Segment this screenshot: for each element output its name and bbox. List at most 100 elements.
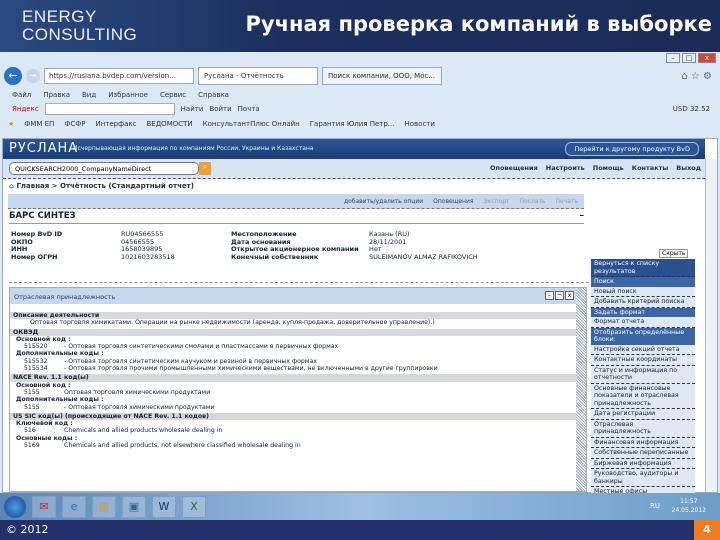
section-header: ОКВЭД: [10, 328, 576, 336]
code-description: Chemicals and allied products, not elsew…: [64, 442, 301, 450]
contacts-link[interactable]: Контакты: [632, 164, 668, 172]
sidebar-item[interactable]: Отраслевая принадлежность: [591, 420, 695, 438]
menu-bar: Файл Правка Вид Избранное Сервис Справка: [0, 88, 720, 101]
image-viewer-icon[interactable]: ▣: [122, 495, 146, 518]
logout-link[interactable]: Выход: [676, 164, 701, 172]
help-link[interactable]: Помощь: [593, 164, 624, 172]
word-icon[interactable]: W: [152, 495, 176, 518]
back-button[interactable]: ←: [4, 67, 22, 85]
favorite-link[interactable]: КонсультантПлюс Онлайн: [203, 120, 300, 128]
settings-link[interactable]: Настроить: [546, 164, 585, 172]
sidebar-item[interactable]: Контактные координаты: [591, 355, 695, 366]
favorite-link[interactable]: Новости: [404, 120, 434, 128]
slide-footer: © 2012 4: [0, 520, 720, 540]
sidebar-item[interactable]: Финансовая информация: [591, 438, 695, 448]
panel-close-button[interactable]: x: [565, 291, 574, 300]
code-row: 5155 - Оптовая торговля химическими проду…: [10, 404, 576, 411]
alerts-link[interactable]: Оповещения: [490, 164, 538, 172]
print-button[interactable]: Печать: [556, 198, 578, 205]
hide-sidebar-button[interactable]: Скрыть: [659, 249, 689, 258]
app-logo[interactable]: РУСЛАНА: [9, 141, 78, 156]
menu-tools[interactable]: Сервис: [160, 91, 186, 99]
page-scrollbar[interactable]: [705, 159, 717, 492]
sidebar-item[interactable]: Основные финансовые показатели и отрасле…: [591, 384, 695, 409]
sidebar-item[interactable]: Добавить критерий поиска: [591, 297, 695, 308]
excel-icon[interactable]: X: [182, 495, 206, 518]
code-description: - Оптовая торговля прочими промышленными…: [64, 365, 438, 373]
sidebar-item[interactable]: Руководство, аудиторы и банкиры: [591, 469, 695, 487]
yandex-login[interactable]: Войти: [209, 105, 231, 113]
collapse-button[interactable]: –: [580, 211, 585, 221]
sidebar-item[interactable]: Дата регистрации: [591, 409, 695, 420]
code-row: 516 Chemicals and allied products wholesa…: [10, 427, 576, 434]
yandex-label[interactable]: Яндекс: [12, 105, 39, 113]
usd-rate[interactable]: USD 32.52: [673, 105, 710, 113]
yandex-find-button[interactable]: Найти: [181, 105, 204, 113]
favorites-star-icon[interactable]: ★: [8, 120, 14, 128]
code-number: 5169: [24, 442, 40, 450]
section-header: NACE Rev. 1.1 код(ы): [10, 374, 576, 382]
yandex-search-input[interactable]: [44, 103, 175, 115]
code-row: 5169 Chemicals and allied products, not e…: [10, 442, 576, 449]
folder-icon[interactable]: ▤: [92, 495, 116, 518]
panel-minimize-button[interactable]: –: [545, 291, 554, 300]
favorite-link[interactable]: Интерфакс: [95, 120, 136, 128]
clock[interactable]: 11:57 24.05.2012: [672, 497, 706, 515]
start-button[interactable]: [4, 495, 26, 518]
group-label: Ключевой код :: [16, 420, 73, 428]
sidebar-item[interactable]: Настройка секций отчета: [591, 345, 695, 355]
maximize-button[interactable]: □: [682, 53, 696, 63]
export-button[interactable]: Экспорт: [483, 198, 509, 205]
address-bar[interactable]: https://ruslana.bvdep.com/version...: [44, 68, 194, 84]
menu-file[interactable]: Файл: [12, 91, 31, 99]
yandex-toolbar: Яндекс Найти Войти Почта USD 32.52: [0, 101, 720, 117]
favorites-bar: ★ ФММ ЕП ФСФР Интерфакс ВЕДОМОСТИ Консул…: [0, 117, 720, 131]
tab-search[interactable]: Поиск компании, ООО, Мос...: [322, 67, 442, 85]
breadcrumb[interactable]: ⌂ Главная > Отчётность (Стандартный отче…: [9, 182, 194, 190]
sidebar-item[interactable]: Формат отчета: [591, 317, 695, 328]
favorite-link[interactable]: ВЕДОМОСТИ: [146, 120, 192, 128]
add-remove-options-button[interactable]: добавить/удалить опции: [344, 198, 423, 205]
home-star-gear-icons[interactable]: ⌂ ☆ ⚙: [681, 71, 712, 82]
industry-panel: Отраслевая принадлежность – ¬ x Описание д…: [9, 287, 587, 492]
alerts-button[interactable]: Оповещения: [433, 198, 473, 205]
favorite-link[interactable]: Гарантия Юлия Петр...: [310, 120, 395, 128]
system-tray[interactable]: RU: [650, 502, 660, 510]
panel-scrollbar[interactable]: [576, 288, 586, 491]
menu-edit[interactable]: Правка: [43, 91, 70, 99]
forward-button[interactable]: →: [26, 69, 40, 83]
panel-body: Описание деятельности Оптовая торговля хи…: [10, 310, 576, 449]
switch-product-dropdown[interactable]: Перейти к другому продукту BvD: [565, 142, 699, 156]
menu-view[interactable]: Вид: [82, 91, 96, 99]
sidebar-item[interactable]: Биржевая информация: [591, 459, 695, 469]
logo-line2: CONSULTING: [22, 25, 138, 44]
minimize-button[interactable]: –: [666, 53, 680, 63]
tab-ruslana[interactable]: Руслана - Отчётность: [198, 67, 318, 85]
sidebar-item[interactable]: Новый поиск: [591, 287, 695, 297]
code-description: - Оптовая торговля синтетическим каучуко…: [64, 357, 317, 365]
menu-help[interactable]: Справка: [198, 91, 229, 99]
code-description: - Оптовая торговля синтетическими смолам…: [64, 343, 339, 351]
code-row: 515532 - Оптовая торговля синтетическим к…: [10, 358, 576, 365]
menu-favorites[interactable]: Избранное: [108, 91, 148, 99]
close-button[interactable]: x: [698, 53, 716, 63]
code-number: 5155: [24, 403, 40, 411]
favorite-link[interactable]: ФСФР: [64, 120, 85, 128]
internet-explorer-icon[interactable]: e: [62, 495, 86, 518]
section-header: US SIC код(ы) (происходящие от NACE Rev.…: [10, 412, 576, 421]
panel-header: Отраслевая принадлежность: [10, 288, 586, 304]
search-button[interactable]: ⌕: [199, 162, 211, 175]
favorite-link[interactable]: ФММ ЕП: [24, 120, 54, 128]
sidebar-item[interactable]: Статус и информация по отчетности: [591, 366, 695, 384]
breadcrumb-text[interactable]: Главная > Отчётность (Стандартный отчет): [16, 182, 193, 190]
code-row: 515520 - Оптовая торговля синтетическими …: [10, 343, 576, 350]
mail-app-icon[interactable]: ✉: [32, 495, 56, 518]
info-value: SULEIMANOV ALMAZ RAFIKOVICH: [369, 252, 478, 261]
sidebar-item[interactable]: Собственные переписанные: [591, 448, 695, 459]
yandex-mail[interactable]: Почта: [238, 105, 260, 113]
quick-search-input[interactable]: QUICKSEARCH2000_CompanyNameDirect: [9, 162, 199, 175]
sidebar-item[interactable]: Вернуться к списку результатов: [591, 259, 695, 277]
panel-restore-button[interactable]: ¬: [555, 291, 564, 300]
send-button[interactable]: Послать: [520, 198, 546, 205]
app-search-row: QUICKSEARCH2000_CompanyNameDirect ⌕ Опов…: [3, 159, 705, 179]
